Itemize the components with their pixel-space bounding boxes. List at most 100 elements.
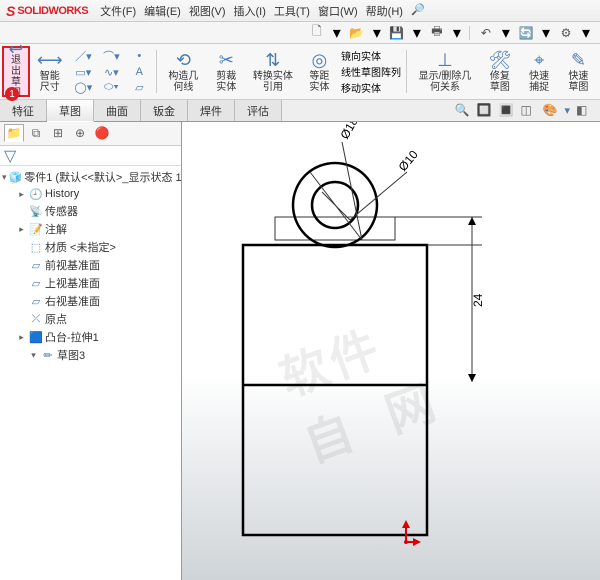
heads-up-toolbar: 🔍 🔲 🔳 ◫ 🎨 ▾ ◧ (446, 100, 600, 121)
tree-top[interactable]: ▱ 上视基准面 (0, 274, 181, 292)
convert-icon: ⟲ (176, 51, 191, 71)
feature-manager-panel: 📁 ⧉ ⊞ ⊕ 🔴 ▽ ▾ 🧊 零件1 (默认<<默认>_显示状态 1>) ▸ … (0, 122, 182, 580)
new-icon[interactable]: 🗋 (309, 25, 325, 41)
section-icon[interactable]: ◫ (520, 103, 536, 119)
display-rel-label: 显示/删除几何关系 (415, 71, 476, 93)
callout-badge: 1 (5, 87, 19, 101)
text-icon[interactable]: A (129, 64, 149, 79)
trim-icon: ✂ (219, 51, 234, 71)
smart-dim-label: 智能尺寸 (35, 71, 64, 93)
tab-sheet[interactable]: 钣金 (141, 100, 188, 121)
sketch-tools-cluster-2: ⌒▾ ∿▾ ⬭▾ (97, 46, 125, 97)
ribbon: ↩ 退出草图 1 ⟷ 智能尺寸 ／▾ ▭▾ ◯▾ ⌒▾ ∿▾ ⬭▾ • A ▱ … (0, 44, 600, 100)
offset-button[interactable]: ◎ 等距实体 (300, 46, 339, 97)
open-icon[interactable]: 📂 (349, 25, 365, 41)
tree-front[interactable]: ▱ 前视基准面 (0, 256, 181, 274)
tree-sensors[interactable]: 📡 传感器 (0, 202, 181, 220)
collapse-icon[interactable]: ▾ (28, 350, 39, 361)
tree-annot[interactable]: ▸ 📝 注解 (0, 220, 181, 238)
expand-icon[interactable]: ▸ (16, 189, 27, 200)
dim-d10: Ø10 (396, 147, 422, 174)
quick-snap-button[interactable]: ⌖ 快速捕捉 (520, 46, 559, 97)
convert-button[interactable]: ⟲ 构造几何线 (160, 46, 207, 97)
tree-origin[interactable]: ⤫ 原点 (0, 310, 181, 328)
display-rel-button[interactable]: ⊥ 显示/删除几何关系 (410, 46, 481, 97)
filter-row[interactable]: ▽ (0, 146, 181, 166)
undo-icon[interactable]: ↶ (478, 25, 494, 41)
tree-sketch3[interactable]: ▾ ✏ 草图3 (0, 346, 181, 364)
expand-icon[interactable]: ▸ (16, 224, 27, 235)
collapse-icon[interactable]: ▾ (2, 172, 7, 183)
menu-view[interactable]: 视图(V) (189, 3, 226, 19)
menu-insert[interactable]: 插入(I) (234, 3, 266, 19)
cube-icon[interactable]: ◧ (576, 103, 592, 119)
exit-sketch-button[interactable]: ↩ 退出草图 1 (2, 46, 30, 97)
sketch-icon: ✏ (41, 348, 55, 362)
display-tab-icon[interactable]: 🔴 (92, 124, 112, 142)
tab-eval[interactable]: 评估 (235, 100, 282, 121)
move-button[interactable]: 移动实体 (341, 80, 401, 95)
menu-help[interactable]: 帮助(H) (366, 3, 403, 19)
plane-icon: ▱ (29, 294, 43, 308)
menu-bar: 文件(F) 编辑(E) 视图(V) 插入(I) 工具(T) 窗口(W) 帮助(H… (100, 3, 425, 19)
convert-ent-icon: ⇅ (265, 51, 280, 71)
logo-text: SOLIDWORKS (17, 5, 88, 17)
tab-weld[interactable]: 焊件 (188, 100, 235, 121)
menu-window[interactable]: 窗口(W) (318, 3, 358, 19)
workspace: 📁 ⧉ ⊞ ⊕ 🔴 ▽ ▾ 🧊 零件1 (默认<<默认>_显示状态 1>) ▸ … (0, 122, 600, 580)
options-icon[interactable]: ⚙ (558, 25, 574, 41)
origin-icon: ⤫ (29, 312, 43, 326)
offset-label: 等距实体 (305, 71, 334, 93)
quick-access-toolbar: 🗋 ▾ 📂 ▾ 💾 ▾ 🖶 ▾ ↶ ▾ 🔄 ▾ ⚙ ▾ (0, 22, 600, 44)
repair-button[interactable]: 🛠 修复草图 (480, 46, 519, 97)
rect-icon[interactable]: ▭▾ (73, 65, 93, 80)
expand-icon[interactable]: ▸ (16, 332, 27, 343)
tab-surface[interactable]: 曲面 (94, 100, 141, 121)
zoom-icon[interactable]: 🔍 (454, 103, 470, 119)
spline-icon[interactable]: ∿▾ (101, 65, 121, 80)
dim-h24: 24 (471, 293, 485, 307)
plane-icon[interactable]: ▱ (129, 80, 149, 95)
save-icon[interactable]: 💾 (389, 25, 405, 41)
snap-icon: ⌖ (534, 51, 544, 71)
tab-feature[interactable]: 特征 (0, 100, 47, 121)
print-icon[interactable]: 🖶 (429, 25, 445, 41)
circle-icon[interactable]: ◯▾ (73, 81, 93, 96)
line-icon[interactable]: ／▾ (73, 48, 93, 64)
slot-icon[interactable]: ⬭▾ (101, 81, 121, 96)
dimxpert-tab-icon[interactable]: ⊕ (70, 124, 90, 142)
menu-search[interactable]: 🔎 (411, 3, 425, 19)
mirror-button[interactable]: 镜向实体 (341, 48, 401, 63)
fm-tree-tab-icon[interactable]: 📁 (4, 124, 24, 142)
tree-material[interactable]: ⬚ 材质 <未指定> (0, 238, 181, 256)
point-icon[interactable]: • (129, 48, 149, 63)
trim-button[interactable]: ✂ 剪裁实体 (207, 46, 246, 97)
menu-file[interactable]: 文件(F) (100, 3, 136, 19)
tree-root[interactable]: ▾ 🧊 零件1 (默认<<默认>_显示状态 1>) (0, 168, 181, 186)
tree-extrude[interactable]: ▸ 🟦 凸台-拉伸1 (0, 328, 181, 346)
rapid-sketch-button[interactable]: ✎ 快速草图 (559, 46, 598, 97)
menu-edit[interactable]: 编辑(E) (144, 3, 181, 19)
tree-extrude-label: 凸台-拉伸1 (45, 329, 99, 345)
rebuild-icon[interactable]: 🔄 (518, 25, 534, 41)
orient-icon[interactable]: 🔲 (476, 103, 492, 119)
config-tab-icon[interactable]: ⊞ (48, 124, 68, 142)
tree-annot-label: 注解 (45, 221, 67, 237)
pattern-button[interactable]: 线性草图阵列 (341, 64, 401, 79)
tree-right[interactable]: ▱ 右视基准面 (0, 292, 181, 310)
arc-icon[interactable]: ⌒▾ (101, 48, 121, 64)
graphics-viewport[interactable]: 软件自 网 Ø18 Ø10 24 (182, 122, 600, 580)
annot-icon: 📝 (29, 222, 43, 236)
extrude-icon: 🟦 (29, 330, 43, 344)
appearance-icon[interactable]: 🎨 (542, 103, 558, 119)
convert-ent-button[interactable]: ⇅ 转换实体引用 (246, 46, 300, 97)
menu-tools[interactable]: 工具(T) (274, 3, 310, 19)
sketch-tools-cluster-3: • A ▱ (125, 46, 153, 97)
display-icon[interactable]: 🔳 (498, 103, 514, 119)
smart-dim-button[interactable]: ⟷ 智能尺寸 (30, 46, 69, 97)
property-tab-icon[interactable]: ⧉ (26, 124, 46, 142)
command-tabs: 特征 草图 曲面 钣金 焊件 评估 🔍 🔲 🔳 ◫ 🎨 ▾ ◧ (0, 100, 600, 122)
offset-icon: ◎ (312, 51, 328, 71)
tab-sketch[interactable]: 草图 (47, 100, 94, 122)
tree-history[interactable]: ▸ 🕘 History (0, 186, 181, 202)
